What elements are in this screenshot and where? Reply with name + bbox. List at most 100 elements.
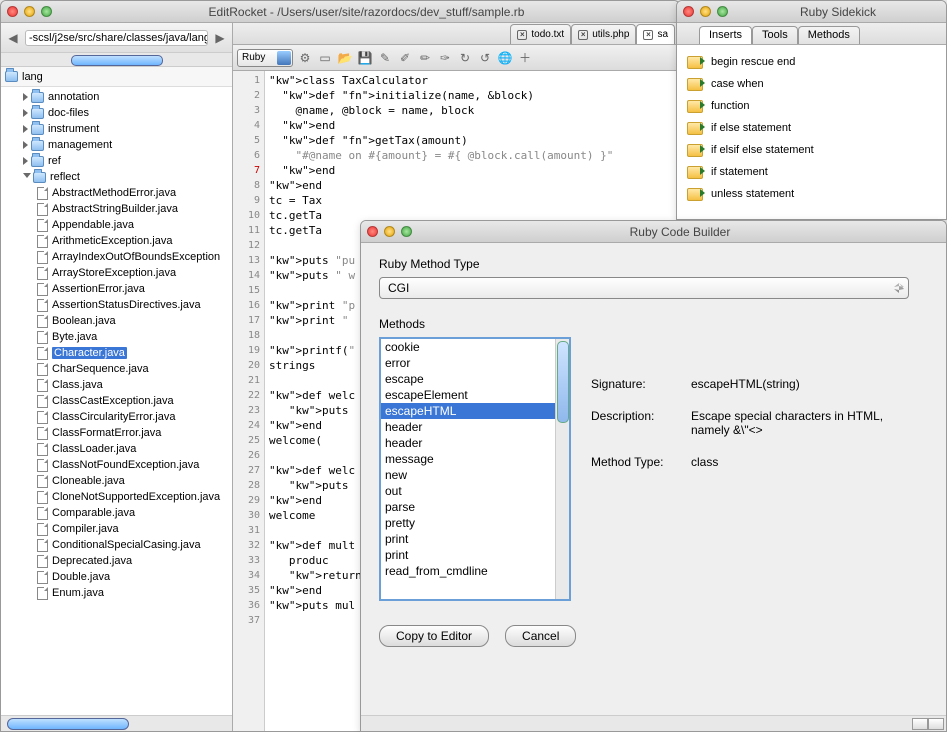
tree-file[interactable]: Deprecated.java (5, 553, 232, 569)
method-option[interactable]: parse (381, 499, 555, 515)
redo-icon[interactable]: ↺ (477, 50, 493, 66)
cancel-button[interactable]: Cancel (505, 625, 576, 647)
tree-file[interactable]: Double.java (5, 569, 232, 585)
tree-folder[interactable]: management (5, 137, 232, 153)
method-option[interactable]: new (381, 467, 555, 483)
disclosure-icon[interactable] (23, 93, 28, 101)
tree-file[interactable]: ConditionalSpecialCasing.java (5, 537, 232, 553)
method-option[interactable]: read_from_cmdline (381, 563, 555, 579)
tree-file[interactable]: Comparable.java (5, 505, 232, 521)
tree-folder[interactable]: ref (5, 153, 232, 169)
wand4-icon[interactable]: ✑ (437, 50, 453, 66)
root-folder-row[interactable]: lang (1, 67, 232, 87)
disclosure-icon[interactable] (23, 157, 28, 165)
tree-file[interactable]: ClassLoader.java (5, 441, 232, 457)
method-option[interactable]: escape (381, 371, 555, 387)
open-icon[interactable]: 📂 (337, 50, 353, 66)
zoom-icon[interactable] (41, 6, 52, 17)
method-type-select[interactable]: CGI (379, 277, 909, 299)
tree-file[interactable]: CharSequence.java (5, 361, 232, 377)
zoom-icon[interactable] (401, 226, 412, 237)
tree-file[interactable]: AbstractStringBuilder.java (5, 201, 232, 217)
tree-file[interactable]: Class.java (5, 377, 232, 393)
tree-file[interactable]: Appendable.java (5, 217, 232, 233)
wand3-icon[interactable]: ✏ (417, 50, 433, 66)
tree-file[interactable]: ClassFormatError.java (5, 425, 232, 441)
method-option[interactable]: error (381, 355, 555, 371)
sidekick-tab[interactable]: Tools (752, 26, 798, 44)
editor-tab[interactable]: ×todo.txt (510, 24, 571, 44)
listbox-scrollbar[interactable] (555, 339, 569, 599)
language-select[interactable]: Ruby (237, 49, 293, 67)
method-option[interactable]: escapeHTML (381, 403, 555, 419)
sidekick-tab[interactable]: Methods (798, 26, 860, 44)
zoom-icon[interactable] (717, 6, 728, 17)
close-tab-icon[interactable]: × (517, 30, 527, 40)
new-file-icon[interactable]: ▭ (317, 50, 333, 66)
method-option[interactable]: print (381, 531, 555, 547)
tool-icon[interactable]: ⚙ (297, 50, 313, 66)
path-scrollbar[interactable] (1, 53, 232, 67)
method-option[interactable]: escapeElement (381, 387, 555, 403)
close-icon[interactable] (683, 6, 694, 17)
close-icon[interactable] (7, 6, 18, 17)
tree-file[interactable]: ClassCastException.java (5, 393, 232, 409)
builder-hscrollbar[interactable] (361, 715, 946, 731)
method-option[interactable]: cookie (381, 339, 555, 355)
close-tab-icon[interactable]: × (578, 30, 588, 40)
tree-file[interactable]: ArithmeticException.java (5, 233, 232, 249)
tree-folder[interactable]: reflect (5, 169, 232, 185)
tree-file[interactable]: Boolean.java (5, 313, 232, 329)
minimize-icon[interactable] (700, 6, 711, 17)
method-option[interactable]: print (381, 547, 555, 563)
tree-folder[interactable]: annotation (5, 89, 232, 105)
tree-file[interactable]: AssertionError.java (5, 281, 232, 297)
editor-tab[interactable]: ×sa (636, 24, 675, 44)
disclosure-icon[interactable] (23, 109, 28, 117)
method-option[interactable]: out (381, 483, 555, 499)
insert-item[interactable]: if elsif else statement (681, 139, 942, 161)
insert-item[interactable]: if else statement (681, 117, 942, 139)
tree-file[interactable]: Enum.java (5, 585, 232, 601)
tree-file[interactable]: ClassNotFoundException.java (5, 457, 232, 473)
nav-back-icon[interactable]: ◀ (5, 30, 21, 46)
tree-file[interactable]: ArrayStoreException.java (5, 265, 232, 281)
insert-item[interactable]: unless statement (681, 183, 942, 205)
method-option[interactable]: message (381, 451, 555, 467)
method-option[interactable]: header (381, 435, 555, 451)
tree-file[interactable]: AssertionStatusDirectives.java (5, 297, 232, 313)
tree-file[interactable]: Cloneable.java (5, 473, 232, 489)
insert-item[interactable]: begin rescue end (681, 51, 942, 73)
refresh-icon[interactable]: ↻ (457, 50, 473, 66)
tree-file[interactable]: ArrayIndexOutOfBoundsException (5, 249, 232, 265)
minimize-icon[interactable] (384, 226, 395, 237)
tree-file[interactable]: CloneNotSupportedException.java (5, 489, 232, 505)
editor-tab[interactable]: ×utils.php (571, 24, 636, 44)
tree-folder[interactable]: instrument (5, 121, 232, 137)
tree-file[interactable]: Byte.java (5, 329, 232, 345)
sidekick-tab[interactable]: Inserts (699, 26, 752, 44)
insert-item[interactable]: case when (681, 73, 942, 95)
method-option[interactable]: pretty (381, 515, 555, 531)
save-icon[interactable]: 💾 (357, 50, 373, 66)
wand2-icon[interactable]: ✐ (397, 50, 413, 66)
copy-to-editor-button[interactable]: Copy to Editor (379, 625, 489, 647)
tree-file[interactable]: Compiler.java (5, 521, 232, 537)
plus-icon[interactable]: ＋ (517, 50, 533, 66)
tree-file[interactable]: ClassCircularityError.java (5, 409, 232, 425)
globe-icon[interactable]: 🌐 (497, 50, 513, 66)
insert-item[interactable]: if statement (681, 161, 942, 183)
tree-hscrollbar[interactable] (1, 715, 232, 731)
disclosure-icon[interactable] (23, 173, 31, 182)
tree-file[interactable]: Character.java (5, 345, 232, 361)
tree-folder[interactable]: doc-files (5, 105, 232, 121)
close-icon[interactable] (367, 226, 378, 237)
methods-listbox[interactable]: cookieerrorescapeescapeElementescapeHTML… (379, 337, 571, 601)
method-option[interactable]: header (381, 419, 555, 435)
disclosure-icon[interactable] (23, 141, 28, 149)
wand-icon[interactable]: ✎ (377, 50, 393, 66)
insert-item[interactable]: function (681, 95, 942, 117)
nav-fwd-icon[interactable]: ▶ (212, 30, 228, 46)
close-tab-icon[interactable]: × (643, 30, 653, 40)
file-tree[interactable]: annotationdoc-filesinstrumentmanagementr… (1, 87, 232, 715)
